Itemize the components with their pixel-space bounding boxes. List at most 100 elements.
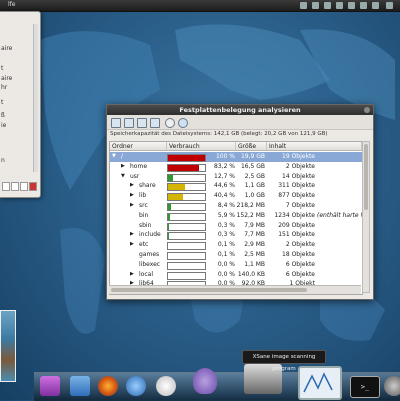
usage-bar — [167, 164, 206, 172]
user-icon[interactable] — [348, 2, 355, 9]
partial-text: ß — [1, 112, 5, 119]
window-title: Festplattenbelegung analysieren — [107, 106, 373, 114]
horizontal-scrollbar[interactable] — [109, 285, 361, 294]
stop-icon[interactable] — [165, 118, 175, 128]
folder-name: sbin — [139, 221, 151, 231]
column-header-ordner[interactable]: Ordner — [110, 142, 167, 151]
folder-content: 6 Objekte — [267, 260, 315, 270]
table-row[interactable]: ▶local0,0 %140,0 KB6 Objekte — [110, 270, 362, 280]
folder-content: 209 Objekte — [267, 221, 315, 231]
usage-percent: 83,2 % — [205, 162, 235, 172]
disk-usage-window[interactable]: Festplattenbelegung analysieren Speicher… — [106, 104, 374, 300]
expanded-arrow-icon[interactable]: ▼ — [112, 152, 116, 162]
folder-content: 311 Objekte — [267, 181, 315, 191]
collapsed-arrow-icon[interactable]: ▶ — [130, 270, 134, 280]
table-row[interactable]: ▼/100 %19,9 GB19 Objekte — [110, 152, 362, 162]
usage-percent: 12,7 % — [205, 172, 235, 182]
collapsed-arrow-icon[interactable]: ▶ — [130, 230, 134, 240]
toolbar-icon[interactable] — [11, 182, 19, 191]
scan-home-icon[interactable] — [111, 118, 121, 128]
toolbar-icon[interactable] — [29, 182, 37, 191]
table-row[interactable]: ▶lib40,4 %1,0 GB877 Objekte — [110, 191, 362, 201]
scan-folder-icon[interactable] — [137, 118, 147, 128]
table-row[interactable]: bin5,9 %152,2 MB1234 Objekte(enthält har… — [110, 211, 362, 221]
column-header-verbrauch[interactable]: Verbrauch — [167, 142, 236, 151]
folder-size: 7,7 MB — [236, 230, 265, 240]
usage-percent: 0,3 % — [205, 221, 235, 231]
collapsed-arrow-icon[interactable]: ▶ — [130, 181, 134, 191]
scrollbar[interactable] — [33, 24, 38, 172]
usage-bar — [167, 154, 206, 162]
power-icon[interactable] — [372, 2, 379, 9]
desktop-photo-widget — [0, 310, 16, 382]
usage-percent: 40,4 % — [205, 191, 235, 201]
battery-icon[interactable] — [324, 2, 331, 9]
expanded-arrow-icon[interactable]: ▼ — [121, 172, 125, 182]
collapsed-arrow-icon[interactable]: ▶ — [130, 240, 134, 250]
dock-tooltip: XSane image scanning program — [242, 350, 326, 364]
folder-content: 1234 Objekte — [267, 211, 315, 221]
folder-content: 6 Objekte — [267, 270, 315, 280]
table-row[interactable]: ▶include0,3 %7,7 MB151 Objekte — [110, 230, 362, 240]
window-titlebar[interactable]: Festplattenbelegung analysieren — [107, 105, 373, 115]
partial-text: ie — [1, 122, 6, 129]
folder-content: 7 Objekte — [267, 201, 315, 211]
table-row[interactable]: sbin0,3 %7,9 MB209 Objekte — [110, 221, 362, 231]
active-window-title: lfe — [8, 1, 15, 8]
collapsed-arrow-icon[interactable]: ▶ — [121, 162, 125, 172]
collapsed-arrow-icon[interactable]: ▶ — [130, 191, 134, 201]
column-header-inhalt[interactable]: Inhalt — [267, 142, 362, 151]
close-icon[interactable] — [364, 107, 370, 113]
folder-name: libexec — [139, 260, 160, 270]
table-row[interactable]: ▶src8,4 %218,2 MB7 Objekte — [110, 201, 362, 211]
folder-tree-table[interactable]: Ordner Verbrauch Größe Inhalt ▼/100 %19,… — [109, 141, 363, 295]
usage-percent: 0,1 % — [205, 240, 235, 250]
menu-icon[interactable] — [386, 2, 393, 9]
column-header-groesse[interactable]: Größe — [236, 142, 267, 151]
table-row[interactable]: libexec0,0 %1,1 MB6 Objekte — [110, 260, 362, 270]
usage-percent: 100 % — [205, 152, 235, 162]
toolbar-icon[interactable] — [20, 182, 28, 191]
pidgin-icon[interactable] — [193, 368, 217, 394]
folder-content: 2 Objekte — [267, 162, 315, 172]
usage-bar — [167, 232, 206, 240]
toolbar-icon[interactable] — [2, 182, 10, 191]
usage-bar — [167, 223, 206, 231]
firefox-icon[interactable] — [98, 376, 118, 396]
folder-size: 1,0 GB — [236, 191, 265, 201]
system-monitor-icon[interactable] — [298, 366, 342, 400]
refresh-icon[interactable] — [178, 118, 188, 128]
scan-remote-icon[interactable] — [150, 118, 160, 128]
settings-gear-icon[interactable] — [40, 376, 60, 396]
table-row[interactable]: games0,1 %2,5 MB18 Objekte — [110, 250, 362, 260]
usage-bar — [167, 262, 206, 270]
usage-bar — [167, 203, 206, 211]
toolbar — [107, 115, 373, 130]
chat-icon[interactable] — [360, 2, 367, 9]
partial-text: aire — [1, 75, 12, 82]
dock-app-icon[interactable] — [384, 376, 400, 396]
folder-icon[interactable] — [70, 376, 90, 396]
volume-icon[interactable] — [312, 2, 319, 9]
collapsed-arrow-icon[interactable]: ▶ — [130, 201, 134, 211]
vertical-scrollbar[interactable] — [362, 141, 370, 293]
globe-icon[interactable] — [126, 376, 146, 396]
scan-filesystem-icon[interactable] — [124, 118, 134, 128]
row-note: (enthält harte V — [317, 211, 363, 221]
table-row[interactable]: ▶etc0,1 %2,9 MB2 Objekte — [110, 240, 362, 250]
usage-bar-fill — [168, 204, 171, 210]
usage-bar — [167, 242, 206, 250]
table-row[interactable]: ▼usr12,7 %2,5 GB14 Objekte — [110, 172, 362, 182]
clock-icon[interactable] — [156, 376, 176, 396]
usage-bar — [167, 213, 206, 221]
background-window[interactable]: aire t aire hr t ß ie n — [0, 11, 41, 198]
table-row[interactable]: ▶home83,2 %16,5 GB2 Objekte — [110, 162, 362, 172]
usage-percent: 44,6 % — [205, 181, 235, 191]
terminal-icon[interactable]: >_ — [350, 376, 380, 398]
usage-bar — [167, 252, 206, 260]
network-icon[interactable] — [300, 2, 307, 9]
table-row[interactable]: ▶share44,6 %1,1 GB311 Objekte — [110, 181, 362, 191]
folder-size: 2,9 MB — [236, 240, 265, 250]
folder-name: home — [130, 162, 147, 172]
mail-icon[interactable] — [336, 2, 343, 9]
